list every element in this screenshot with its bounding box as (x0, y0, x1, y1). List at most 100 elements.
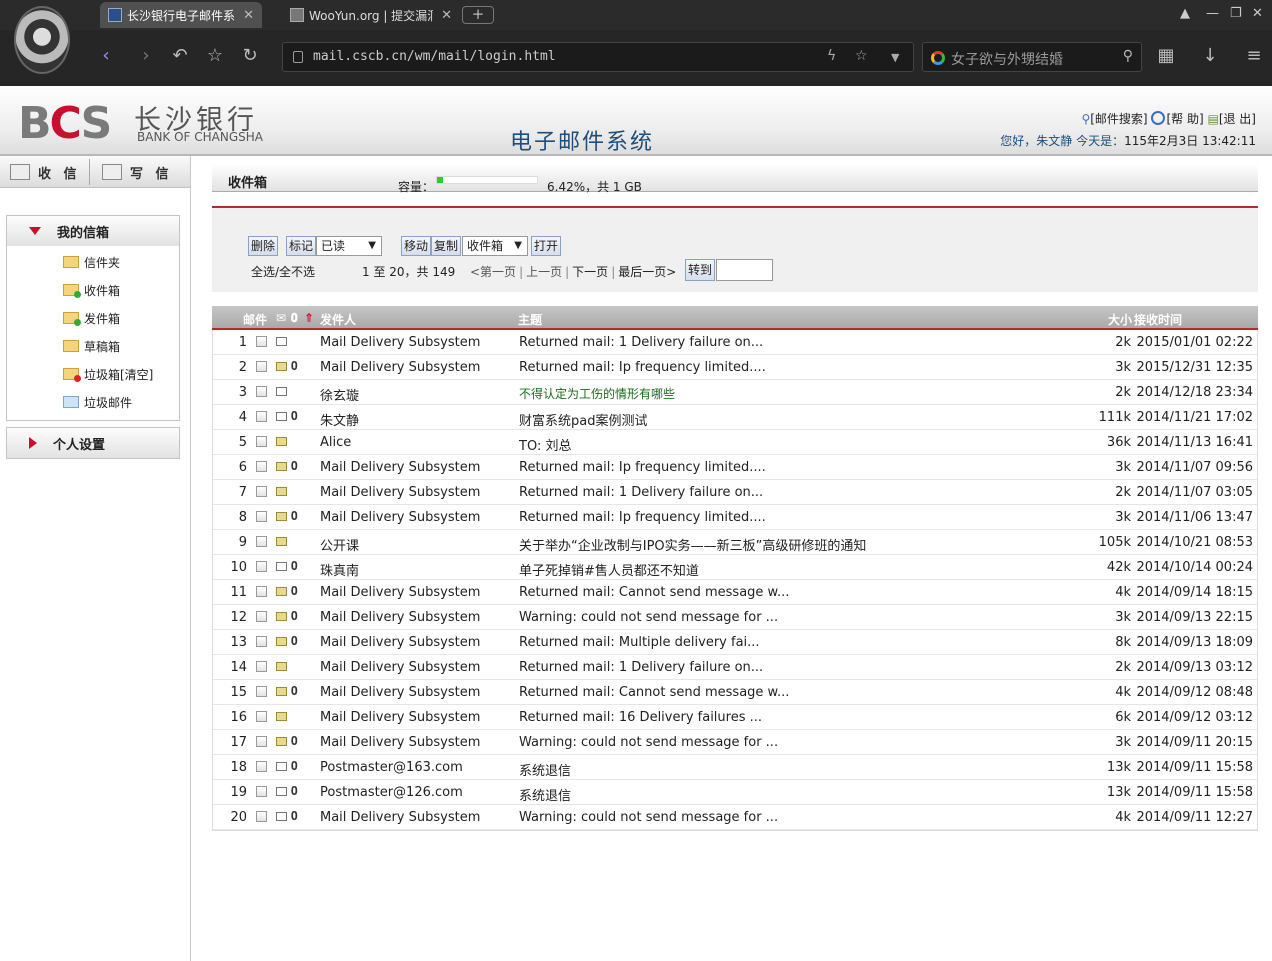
mail-row[interactable]: 8 𝟎 Mail Delivery Subsystem Returned mail: … (213, 505, 1257, 530)
mail-sender[interactable]: Mail Delivery Subsystem (320, 660, 480, 675)
row-checkbox[interactable] (256, 536, 267, 547)
mail-row[interactable]: 3 徐玄璇 不得认定为工伤的情形有哪些 2k 2014/12/18 23:34 (213, 380, 1257, 405)
row-checkbox[interactable] (256, 686, 267, 697)
favorites-star-icon[interactable]: ☆ (203, 45, 227, 69)
tab-cscb-mail[interactable]: 长沙银行电子邮件系统 ✕ (100, 2, 262, 28)
mail-subject[interactable]: 系统退信 (519, 785, 571, 804)
lightning-icon[interactable]: ϟ (827, 48, 836, 64)
mail-sender[interactable]: Mail Delivery Subsystem (320, 585, 480, 600)
row-checkbox[interactable] (256, 486, 267, 497)
mail-row[interactable]: 20 𝟎 Mail Delivery Subsystem Warning: could… (213, 805, 1257, 830)
dropdown-arrow-icon[interactable]: ▼ (891, 51, 899, 64)
column-size[interactable]: 大小 (1108, 311, 1132, 328)
address-bar[interactable]: mail.cscb.cn/wm/mail/login.html ϟ ☆ ▼ (282, 42, 914, 72)
mail-sender[interactable]: 珠真南 (320, 560, 359, 579)
mail-subject[interactable]: Returned mail: 1 Delivery failure on... (519, 660, 763, 675)
folder-item-mailfolder[interactable]: 信件夹 (7, 248, 179, 276)
logout-link[interactable]: ▤[退 出] (1207, 112, 1256, 126)
mail-row[interactable]: 1 Mail Delivery Subsystem Returned mail: 1… (213, 330, 1257, 355)
mail-sender[interactable]: Mail Delivery Subsystem (320, 460, 480, 475)
folder-item-spam[interactable]: 垃圾邮件 (7, 388, 179, 416)
mail-subject[interactable]: TO: 刘总 (519, 435, 571, 454)
mail-sender[interactable]: Postmaster@163.com (320, 760, 463, 775)
column-subject[interactable]: 主题 (518, 311, 542, 328)
mail-sender[interactable]: Mail Delivery Subsystem (320, 735, 480, 750)
mail-sender[interactable]: Mail Delivery Subsystem (320, 710, 480, 725)
mail-sender[interactable]: 朱文静 (320, 410, 359, 429)
mail-sender[interactable]: Mail Delivery Subsystem (320, 485, 480, 500)
next-page-link[interactable]: 下一页 (572, 265, 608, 279)
mail-subject[interactable]: 单子死掉销#售人员都还不知道 (519, 560, 699, 579)
minimize-icon[interactable]: — (1206, 6, 1219, 21)
mail-subject[interactable]: Returned mail: Cannot send message w... (519, 685, 789, 700)
mail-sender[interactable]: 公开课 (320, 535, 359, 554)
download-icon[interactable]: ↓ (1198, 45, 1222, 69)
undo-close-icon[interactable]: ↶ (168, 45, 192, 69)
mark-select[interactable]: 已读 ▼ (316, 236, 382, 256)
mail-row[interactable]: 15 𝟎 Mail Delivery Subsystem Returned mail:… (213, 680, 1257, 705)
mail-subject[interactable]: Returned mail: Multiple delivery fai... (519, 635, 760, 650)
apps-grid-icon[interactable]: ▦ (1154, 45, 1178, 69)
mail-subject[interactable]: Returned mail: Ip frequency limited.... (519, 460, 766, 475)
search-engine-icon[interactable] (931, 51, 945, 65)
mail-sender[interactable]: Mail Delivery Subsystem (320, 610, 480, 625)
mail-sender[interactable]: Mail Delivery Subsystem (320, 510, 480, 525)
delete-button[interactable]: 删除 (248, 236, 279, 256)
mail-row[interactable]: 17 𝟎 Mail Delivery Subsystem Warning: could… (213, 730, 1257, 755)
mail-row[interactable]: 2 𝟎 Mail Delivery Subsystem Returned mail: … (213, 355, 1257, 380)
last-page-link[interactable]: 最后一页> (618, 265, 676, 279)
mail-row[interactable]: 9 公开课 关于举办“企业改制与IPO实务——新三板”高级研修班的通知 105k 201… (213, 530, 1257, 555)
mail-row[interactable]: 14 Mail Delivery Subsystem Returned mail: … (213, 655, 1257, 680)
row-checkbox[interactable] (256, 411, 267, 422)
reload-icon[interactable]: ↻ (238, 45, 262, 69)
mail-subject[interactable]: Warning: could not send message for ... (519, 610, 778, 625)
mail-subject[interactable]: Returned mail: Cannot send message w... (519, 585, 789, 600)
receive-mail-button[interactable]: 收 信 (10, 156, 81, 188)
search-box[interactable]: 女子欲与外甥结婚 ⚲ (922, 42, 1142, 72)
close-tab-icon[interactable]: ✕ (243, 8, 254, 23)
folder-select[interactable]: 收件箱 ▼ (462, 236, 528, 256)
row-checkbox[interactable] (256, 636, 267, 647)
row-checkbox[interactable] (256, 736, 267, 747)
folder-item-drafts[interactable]: 草稿箱 (7, 332, 179, 360)
select-all-link[interactable]: 全选/全不选 (251, 263, 315, 280)
row-checkbox[interactable] (256, 786, 267, 797)
row-checkbox[interactable] (256, 336, 267, 347)
move-button[interactable]: 移动 (401, 236, 432, 256)
url-text[interactable]: mail.cscb.cn/wm/mail/login.html (313, 49, 556, 64)
mail-subject[interactable]: 系统退信 (519, 760, 571, 779)
row-checkbox[interactable] (256, 511, 267, 522)
row-checkbox[interactable] (256, 561, 267, 572)
help-link[interactable]: [帮 助] (1151, 111, 1204, 126)
goto-page-button[interactable]: 转到 (685, 259, 716, 281)
mail-subject[interactable]: 关于举办“企业改制与IPO实务——新三板”高级研修班的通知 (519, 535, 866, 554)
mail-subject[interactable]: Returned mail: Ip frequency limited.... (519, 510, 766, 525)
row-checkbox[interactable] (256, 586, 267, 597)
row-checkbox[interactable] (256, 461, 267, 472)
row-checkbox[interactable] (256, 386, 267, 397)
menu-icon[interactable]: ≡ (1242, 45, 1266, 69)
mail-subject[interactable]: Returned mail: 1 Delivery failure on... (519, 335, 763, 350)
mail-row[interactable]: 18 𝟎 Postmaster@163.com 系统退信 13k 2014/09/11 1… (213, 755, 1257, 780)
mail-search-link[interactable]: ⚲[邮件搜索] (1081, 112, 1147, 126)
mail-sender[interactable]: Mail Delivery Subsystem (320, 360, 480, 375)
row-checkbox[interactable] (256, 661, 267, 672)
mail-subject[interactable]: 财富系统pad案例测试 (519, 410, 647, 429)
column-time[interactable]: 接收时间 (1134, 311, 1182, 328)
new-tab-button[interactable]: + (462, 6, 494, 24)
mail-sender[interactable]: Alice (320, 435, 351, 450)
mail-subject[interactable]: Warning: could not send message for ... (519, 810, 778, 825)
mail-sender[interactable]: Mail Delivery Subsystem (320, 335, 480, 350)
mail-row[interactable]: 10 𝟎 珠真南 单子死掉销#售人员都还不知道 42k 2014/10/14 00:24 (213, 555, 1257, 580)
first-page-link[interactable]: <第一页 (470, 265, 516, 279)
row-checkbox[interactable] (256, 436, 267, 447)
mail-row[interactable]: 19 𝟎 Postmaster@126.com 系统退信 13k 2014/09/11 1… (213, 780, 1257, 805)
mail-subject[interactable]: Warning: could not send message for ... (519, 735, 778, 750)
folder-item-trash[interactable]: 垃圾箱[清空] (7, 360, 179, 388)
mail-subject[interactable]: Returned mail: Ip frequency limited.... (519, 360, 766, 375)
mail-row[interactable]: 4 𝟎 朱文静 财富系统pad案例测试 111k 2014/11/21 17:02 (213, 405, 1257, 430)
prev-page-link[interactable]: 上一页 (526, 265, 562, 279)
mail-sender[interactable]: Mail Delivery Subsystem (320, 685, 480, 700)
open-button[interactable]: 打开 (531, 236, 562, 256)
mail-subject[interactable]: Returned mail: 16 Delivery failures ... (519, 710, 762, 725)
